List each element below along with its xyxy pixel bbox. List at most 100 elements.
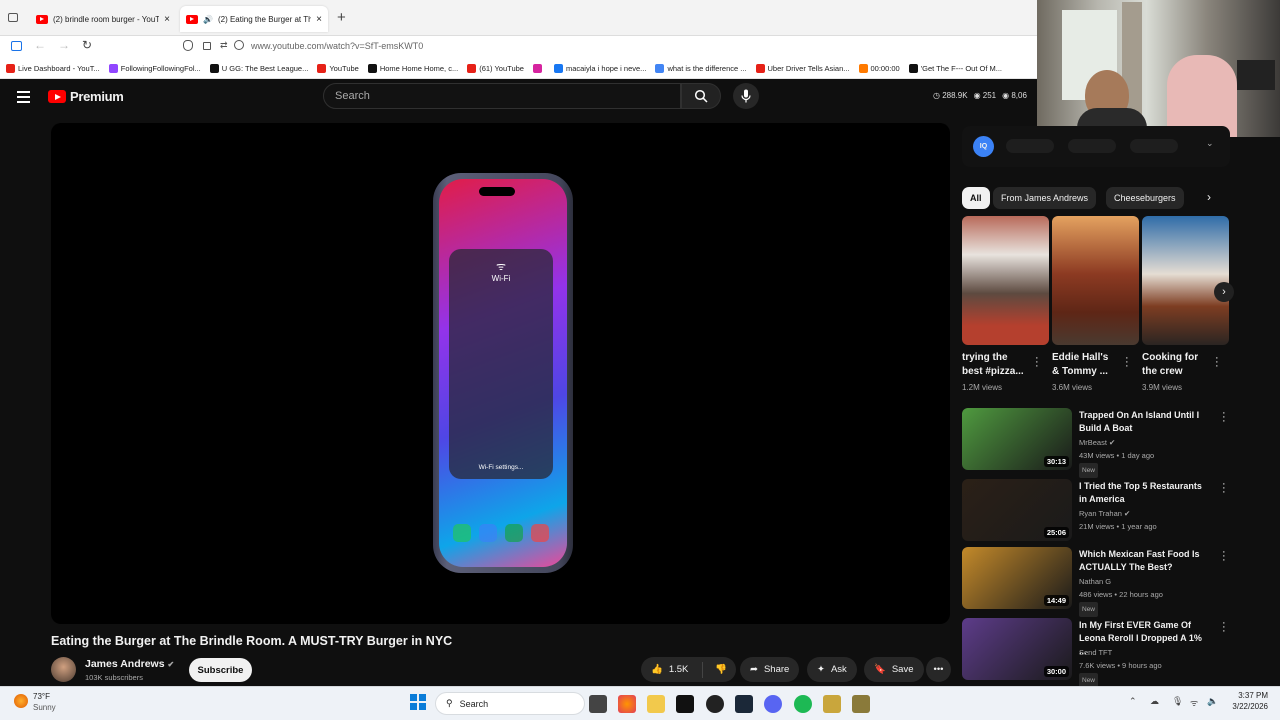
short-thumbnail[interactable] [962, 216, 1049, 345]
video-channel[interactable]: Send TFT [1079, 646, 1162, 659]
video-title[interactable]: Which Mexican Fast Food Is ACTUALLY The … [1079, 548, 1211, 574]
video-menu-icon[interactable]: · · · [1222, 547, 1226, 566]
bookmark-favicon-icon [209, 63, 219, 73]
short-menu-icon[interactable]: · · · [1035, 353, 1039, 372]
extension-pill[interactable] [1006, 139, 1054, 153]
discord-icon[interactable] [764, 695, 782, 713]
extension-pill[interactable] [1068, 139, 1116, 153]
video-title[interactable]: Trapped On An Island Until I Build A Boa… [1079, 409, 1211, 435]
browser-tab-2[interactable]: 🔊 (2) Eating the Burger at The Brindle R… [180, 6, 328, 32]
obs-icon[interactable] [706, 695, 724, 713]
bookmark-item[interactable]: 'Get The F--- Out Of M... [908, 63, 1002, 73]
voice-search-button[interactable] [733, 83, 759, 109]
bookmark-item[interactable]: (61) YouTube [467, 63, 524, 73]
steam-icon[interactable] [735, 695, 753, 713]
close-tab-icon[interactable]: × [316, 14, 322, 25]
chevron-right-icon: › [1222, 286, 1226, 298]
bookmark-item[interactable]: Live Dashboard - YouT... [6, 63, 100, 73]
short-title[interactable]: Cooking for the crew [1142, 351, 1214, 379]
search-button[interactable] [681, 83, 721, 109]
riot-client-icon[interactable] [852, 695, 870, 713]
video-player[interactable]: ᯤ Wi-Fi Wi-Fi settings... [51, 123, 950, 624]
bookmark-item[interactable]: U GG: The Best League... [209, 63, 308, 73]
taskbar-search[interactable]: ⚲ Search [435, 692, 585, 715]
microphone-icon[interactable]: 🎙 [1172, 696, 1183, 707]
league-client-icon[interactable] [823, 695, 841, 713]
share-button[interactable]: ➦ Share [740, 657, 800, 682]
weather-temp[interactable]: 73°F [33, 692, 50, 701]
short-menu-icon[interactable]: · · · [1125, 353, 1129, 372]
spotify-icon[interactable] [794, 695, 812, 713]
bookmark-item[interactable]: FollowingFollowingFol... [108, 63, 201, 73]
like-button[interactable]: 👍 1.5K [641, 661, 703, 678]
permissions-icon[interactable]: ⇄ [220, 40, 228, 51]
short-title[interactable]: Eddie Hall's & Tommy ... [1052, 351, 1124, 379]
video-channel[interactable]: Nathan G [1079, 575, 1163, 588]
short-thumbnail[interactable] [1052, 216, 1139, 345]
search-input[interactable]: Search [323, 83, 681, 109]
shield-icon[interactable] [183, 40, 193, 51]
shorts-next-button[interactable]: › [1214, 282, 1234, 302]
tab-list-icon[interactable] [8, 13, 18, 22]
tray-overflow-icon[interactable]: ⌃ [1129, 696, 1137, 707]
subscribe-button[interactable]: Subscribe [189, 658, 252, 682]
wifi-icon[interactable]: ᯤ [1190, 696, 1198, 709]
video-menu-icon[interactable]: · · · [1222, 618, 1226, 637]
reload-icon[interactable]: ↻ [82, 38, 92, 52]
bookmark-item[interactable]: what is the difference ... [655, 63, 747, 73]
video-thumbnail[interactable]: 25:06 [962, 479, 1072, 541]
video-thumbnail[interactable]: 14:49 [962, 547, 1072, 609]
extension-pill[interactable] [1130, 139, 1178, 153]
ask-button[interactable]: ✦ Ask [807, 657, 857, 682]
firefox-icon[interactable] [618, 695, 636, 713]
bookmark-item[interactable]: YouTube [317, 63, 359, 73]
short-menu-icon[interactable]: · · · [1215, 353, 1219, 372]
network-icon[interactable]: ☁ [1150, 696, 1159, 707]
weather-desc[interactable]: Sunny [33, 703, 56, 712]
forward-icon[interactable]: → [58, 38, 70, 52]
bookmark-item[interactable]: macaiyla i hope i neve... [553, 63, 646, 73]
chip-all[interactable]: All [962, 187, 990, 209]
tracking-protection-icon[interactable] [234, 40, 244, 50]
bookmark-item[interactable] [532, 63, 545, 73]
clock-date[interactable]: 3/22/2026 [1226, 702, 1268, 711]
url-field[interactable]: www.youtube.com/watch?v=SfT-emsKWT0 [251, 41, 423, 51]
back-icon[interactable]: ← [34, 38, 46, 52]
chips-next-icon[interactable]: › [1207, 190, 1211, 204]
video-menu-icon[interactable]: · · · [1222, 479, 1226, 498]
hamburger-menu-icon[interactable] [17, 91, 30, 103]
windows-start-icon[interactable] [410, 694, 426, 710]
sidebar-toggle-icon[interactable] [11, 41, 22, 51]
speaker-icon[interactable]: 🔊 [203, 15, 213, 24]
clock-time[interactable]: 3:37 PM [1228, 691, 1268, 700]
bookmark-item[interactable]: Home Home Home, c... [367, 63, 458, 73]
new-tab-button[interactable]: + [337, 9, 346, 26]
more-actions-button[interactable]: ••• [926, 657, 951, 682]
volume-icon[interactable]: 🔈 [1207, 696, 1218, 707]
short-thumbnail[interactable] [1142, 216, 1229, 345]
dislike-button[interactable]: 👎 [709, 664, 727, 675]
youtube-premium-logo[interactable]: Premium [48, 89, 124, 104]
browser-tab-1[interactable]: (2) brindle room burger - YouTube × [30, 6, 176, 32]
chevron-down-icon[interactable]: ⌄ [1206, 138, 1214, 149]
extension-logo-icon[interactable]: IQ [973, 136, 994, 157]
channel-avatar[interactable] [51, 657, 76, 682]
capcut-icon[interactable] [676, 695, 694, 713]
video-thumbnail[interactable]: 30:13 [962, 408, 1072, 470]
save-button[interactable]: 🔖 Save [864, 657, 924, 682]
chip-from-channel[interactable]: From James Andrews [993, 187, 1097, 209]
task-view-icon[interactable] [589, 695, 607, 713]
lock-icon[interactable] [203, 42, 211, 50]
video-menu-icon[interactable]: · · · [1222, 408, 1226, 427]
chip-cheeseburgers[interactable]: Cheeseburgers [1106, 187, 1184, 209]
video-thumbnail[interactable]: 30:00 [962, 618, 1072, 680]
video-title[interactable]: I Tried the Top 5 Restaurants in America [1079, 480, 1211, 506]
file-explorer-icon[interactable] [647, 695, 665, 713]
video-channel[interactable]: MrBeast ✔ [1079, 436, 1154, 449]
bookmark-item[interactable]: 00:00:00 [858, 63, 900, 73]
video-channel[interactable]: Ryan Trahan ✔ [1079, 507, 1157, 520]
close-tab-icon[interactable]: × [164, 14, 170, 25]
bookmark-item[interactable]: Uber Driver Tells Asian... [755, 63, 850, 73]
short-title[interactable]: trying the best #pizza... [962, 351, 1034, 379]
channel-name[interactable]: James Andrews ✔ [85, 658, 174, 670]
